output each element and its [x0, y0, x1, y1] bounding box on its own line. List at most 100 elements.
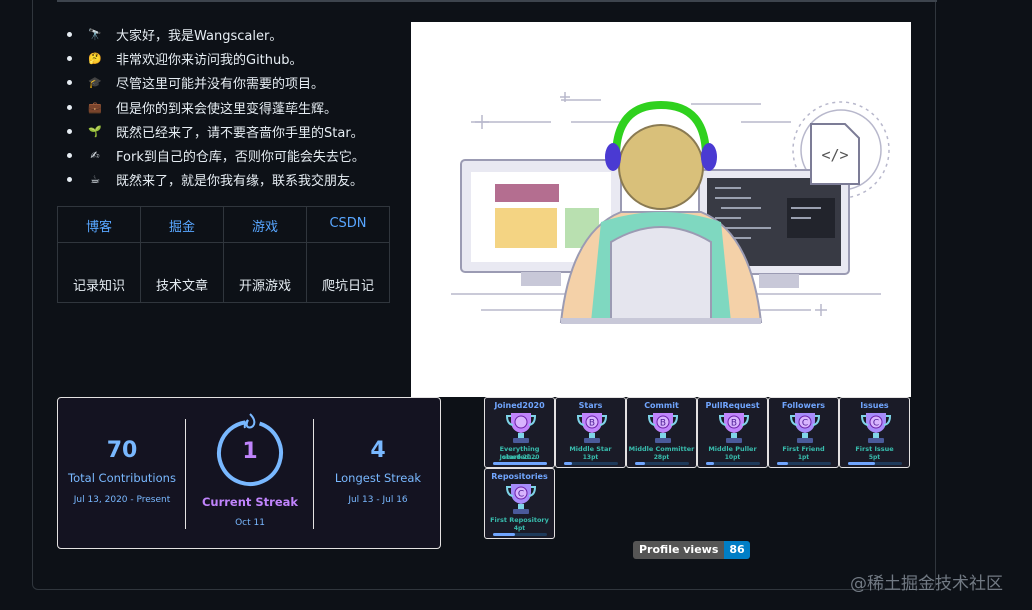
- trophy-progress-bar: [493, 533, 547, 536]
- intro-text: 大家好，我是Wangscaler。: [116, 28, 283, 44]
- intro-text: 既然已经来了，请不要吝啬你手里的Star。: [116, 125, 364, 141]
- briefcase-icon: 💼: [88, 100, 102, 114]
- trophy-card: Joined2020 Everything started... Joined 20…: [484, 397, 555, 468]
- trophy-progress-bar: [564, 462, 618, 465]
- intro-item: 🤔 非常欢迎你来访问我的Github。: [67, 46, 365, 70]
- trophy-description: First Repository: [490, 516, 549, 524]
- trophy-card: Issues C First Issue 5pt: [839, 397, 910, 468]
- trophy-progress-bar: [706, 462, 760, 465]
- blog-link[interactable]: 博客: [86, 220, 112, 235]
- trophy-description: First Friend: [782, 445, 825, 453]
- trophy-description: Middle Star: [569, 445, 612, 453]
- intro-text: 既然来了，就是你我有缘，联系我交朋友。: [116, 174, 364, 190]
- bullet: [67, 177, 72, 183]
- intro-text: 非常欢迎你来访问我的Github。: [116, 52, 303, 68]
- profile-views-badge: Profile views 86: [633, 541, 750, 559]
- trophy-card: Commit B Middle Committer 28pt: [626, 397, 697, 468]
- streak-stats-card: 70 Total Contributions Jul 13, 2020 - Pr…: [57, 397, 441, 549]
- trophy-title: Commit: [644, 401, 679, 410]
- seedling-icon: 🌱: [88, 124, 102, 138]
- juejin-link[interactable]: 掘金: [169, 220, 195, 235]
- trophy-description: First Issue: [855, 445, 894, 453]
- link-cell: 游戏: [223, 206, 307, 243]
- trophy-icon: B: [648, 413, 678, 443]
- trophy-title: Joined2020: [494, 401, 545, 410]
- total-contributions-range: Jul 13, 2020 - Present: [73, 495, 171, 505]
- total-contributions-section: 70 Total Contributions Jul 13, 2020 - Pr…: [58, 398, 186, 548]
- link-cell: CSDN: [306, 206, 390, 243]
- trophy-icon: C: [506, 484, 536, 514]
- thinking-face-icon: 🤔: [88, 51, 102, 65]
- longest-streak-section: 4 Longest Streak Jul 13 - Jul 16: [314, 398, 442, 548]
- link-description: 开源游戏: [223, 242, 307, 303]
- intro-text: Fork到自己的仓库，否则你可能会失去它。: [116, 150, 365, 166]
- link-description: 技术文章: [140, 242, 224, 303]
- current-streak-section: 1 Current Streak Oct 11: [186, 398, 314, 548]
- trophy-card: Repositories C First Repository 4pt: [484, 468, 555, 539]
- trophy-points: 10pt: [724, 454, 741, 461]
- trophy-points: 1pt: [797, 454, 810, 461]
- current-streak-date: Oct 11: [235, 518, 265, 528]
- trophy-icon: B: [719, 413, 749, 443]
- trophy-description: Middle Puller: [708, 445, 757, 453]
- trophy-card: Stars B Middle Star 13pt: [555, 397, 626, 468]
- trophy-rank: C: [518, 490, 524, 500]
- intro-item: ✍ Fork到自己的仓库，否则你可能会失去它。: [67, 143, 365, 167]
- bullet: [67, 128, 72, 134]
- coffee-icon: ☕: [90, 173, 100, 187]
- intro-item: 🎓 尽管这里可能并没有你需要的项目。: [67, 71, 365, 95]
- trophy-icon: C: [861, 413, 891, 443]
- trophy-points: 13pt: [582, 454, 599, 461]
- trophy-points: Joined 2020: [499, 454, 540, 461]
- bullet: [67, 80, 72, 86]
- trophy-title: Repositories: [491, 472, 548, 481]
- current-streak-value: 1: [242, 439, 258, 464]
- bullet: [67, 153, 72, 159]
- intro-item: ☕ 既然来了，就是你我有缘，联系我交朋友。: [67, 168, 365, 192]
- total-contributions-value: 70: [106, 438, 138, 463]
- fire-icon: [243, 413, 256, 429]
- trophy-progress-bar: [777, 462, 831, 465]
- watermark: @稀土掘金技术社区: [850, 574, 1003, 594]
- link-cell: 博客: [57, 206, 141, 243]
- intro-text: 但是你的到来会使这里变得蓬荜生辉。: [116, 101, 338, 117]
- link-cell: 掘金: [140, 206, 224, 243]
- horizontal-rule: [57, 0, 937, 2]
- longest-streak-label: Longest Streak: [334, 471, 422, 485]
- code-symbol: </>: [821, 146, 848, 164]
- intro-item: 💼 但是你的到来会使这里变得蓬荜生辉。: [67, 95, 365, 119]
- longest-streak-value: 4: [370, 438, 386, 463]
- link-description: 爬坑日记: [306, 242, 390, 303]
- link-description: 记录知识: [57, 242, 141, 303]
- trophy-points: 5pt: [868, 454, 881, 461]
- trophy-title: Stars: [578, 401, 603, 410]
- total-contributions-label: Total Contributions: [68, 471, 176, 485]
- trophy-title: PullRequest: [705, 401, 760, 410]
- trophy-rank: B: [731, 419, 737, 429]
- bullet: [67, 55, 72, 61]
- trophy-title: Issues: [860, 401, 889, 410]
- graduation-cap-icon: 🎓: [88, 76, 102, 90]
- trophy-progress-bar: [848, 462, 902, 465]
- trophy-rank: C: [802, 419, 808, 429]
- intro-list: 🔭 大家好，我是Wangscaler。 🤔 非常欢迎你来访问我的Github。 🎓 尽…: [67, 22, 365, 192]
- bullet: [67, 31, 72, 37]
- trophy-card: PullRequest B Middle Puller 10pt: [697, 397, 768, 468]
- trophy-rank: C: [873, 419, 879, 429]
- links-table: 博客 掘金 游戏 CSDN 记录知识 技术文章 开源游戏 爬坑日记: [57, 206, 390, 303]
- trophy-card: Followers C First Friend 1pt: [768, 397, 839, 468]
- trophy-points: 28pt: [653, 454, 670, 461]
- profile-views-label: Profile views: [633, 541, 725, 559]
- intro-item: 🌱 既然已经来了，请不要吝啬你手里的Star。: [67, 119, 365, 143]
- developer-illustration: </>: [411, 22, 911, 397]
- trophy-description: Middle Committer: [628, 445, 695, 453]
- profile-views-count: 86: [724, 541, 750, 559]
- trophy-rank: B: [589, 419, 595, 429]
- game-link[interactable]: 游戏: [252, 220, 278, 235]
- csdn-link[interactable]: CSDN: [329, 216, 366, 231]
- intro-text: 尽管这里可能并没有你需要的项目。: [116, 77, 325, 93]
- longest-streak-range: Jul 13 - Jul 16: [348, 495, 408, 505]
- intro-item: 🔭 大家好，我是Wangscaler。: [67, 22, 365, 46]
- trophy-progress-bar: [493, 462, 547, 465]
- writing-hand-icon: ✍: [90, 149, 100, 163]
